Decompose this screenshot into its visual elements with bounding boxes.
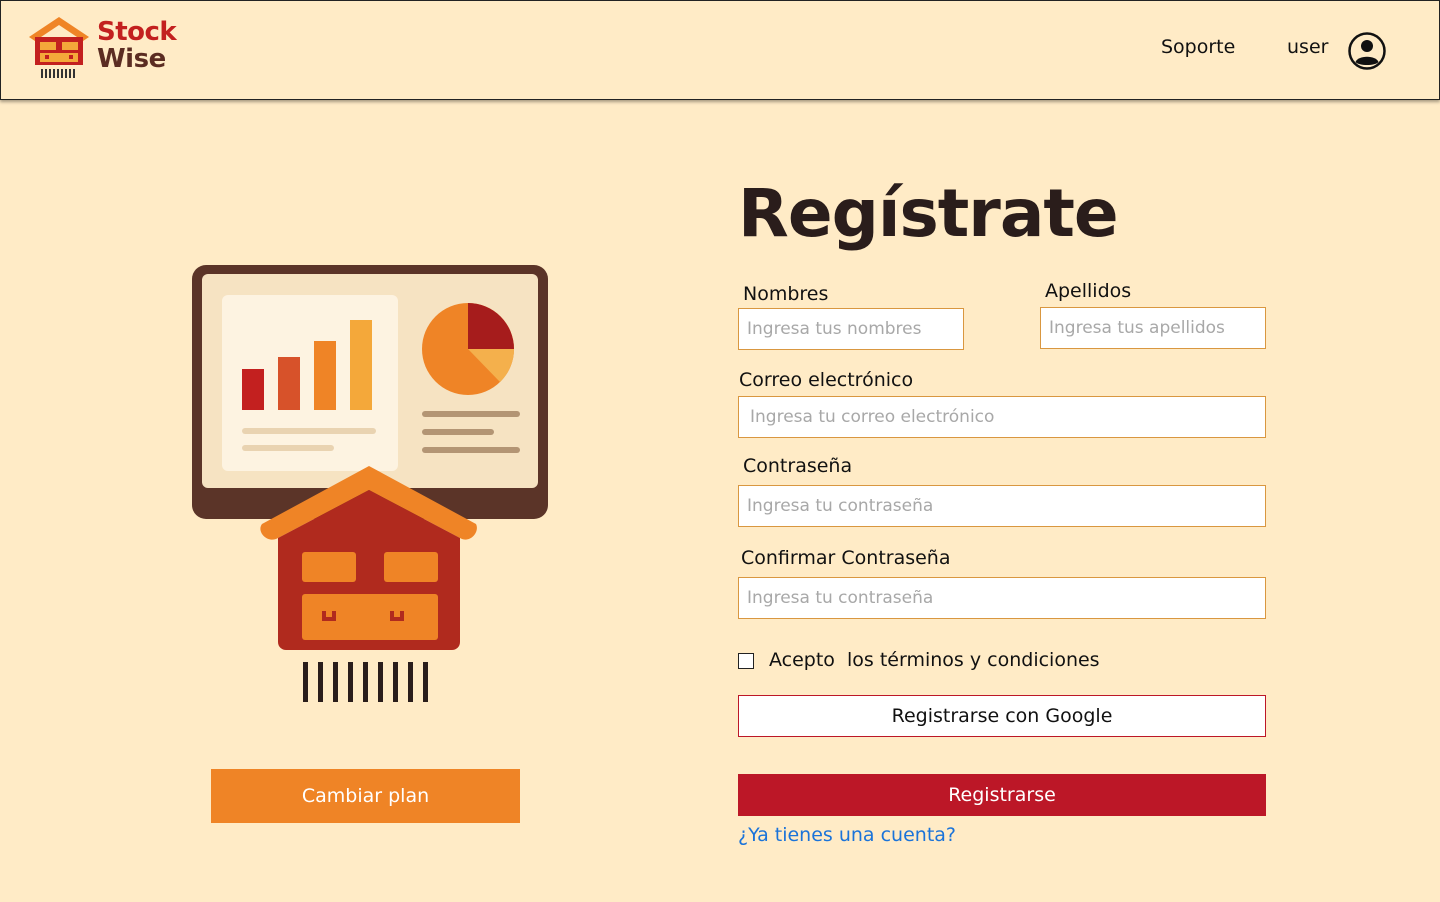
last-name-label: Apellidos xyxy=(1045,280,1132,302)
login-link[interactable]: ¿Ya tienes una cuenta? xyxy=(738,824,956,846)
last-name-input[interactable] xyxy=(1040,307,1266,349)
terms-checkbox[interactable] xyxy=(738,653,754,669)
email-label: Correo electrónico xyxy=(739,369,914,391)
password-label: Contraseña xyxy=(743,455,853,477)
password-input[interactable] xyxy=(738,485,1266,527)
page-title: Regístrate xyxy=(738,175,1119,252)
nav-user-link[interactable]: user xyxy=(1287,36,1328,58)
top-navbar: Stock Wise Soporte user xyxy=(0,0,1440,100)
change-plan-button[interactable]: Cambiar plan xyxy=(211,769,520,823)
brand-line-2: Wise xyxy=(97,44,166,74)
warehouse-logo-icon xyxy=(29,17,89,78)
terms-label: Acepto los términos y condiciones xyxy=(769,649,1100,671)
email-input[interactable] xyxy=(738,396,1266,438)
brand-wordmark: Stock Wise xyxy=(97,17,177,74)
register-button[interactable]: Registrarse xyxy=(738,774,1266,816)
confirm-password-label: Confirmar Contraseña xyxy=(741,547,951,569)
user-circle-icon[interactable] xyxy=(1347,31,1387,71)
nav-support-link[interactable]: Soporte xyxy=(1161,36,1235,58)
first-name-input[interactable] xyxy=(738,308,964,350)
dashboard-warehouse-illustration xyxy=(192,265,548,702)
brand-line-1: Stock xyxy=(97,17,177,47)
confirm-password-input[interactable] xyxy=(738,577,1266,619)
register-google-button[interactable]: Registrarse con Google xyxy=(738,695,1266,737)
brand-logo[interactable]: Stock Wise xyxy=(27,15,187,81)
first-name-label: Nombres xyxy=(743,283,829,305)
